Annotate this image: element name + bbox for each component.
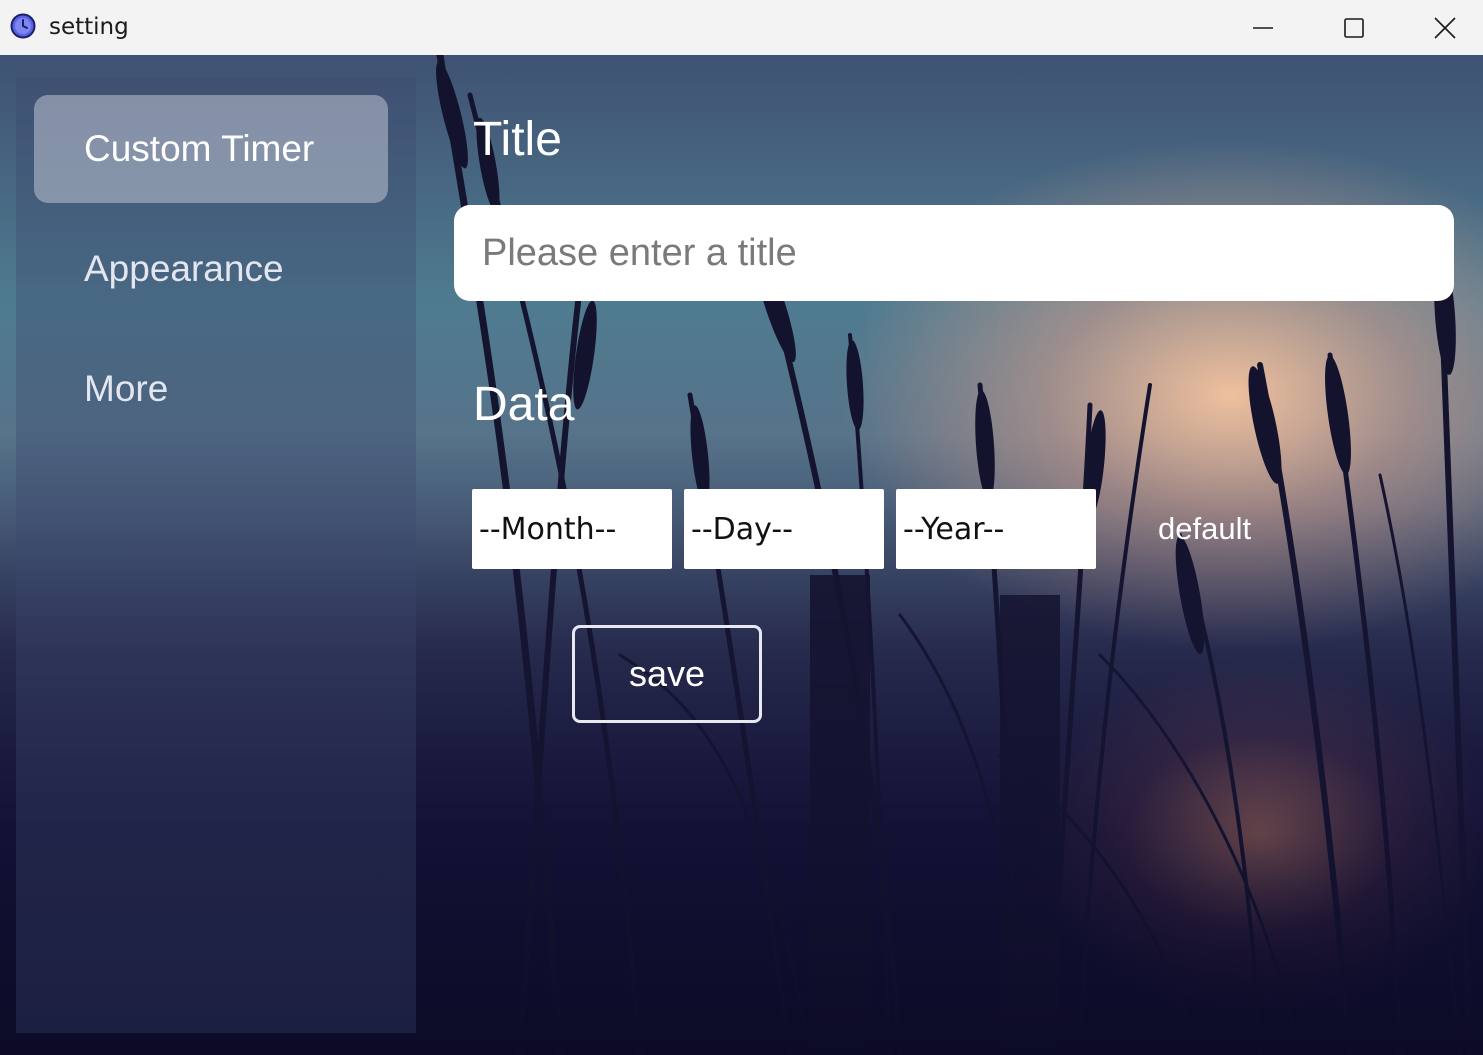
month-select-value: --Month-- [479,511,617,547]
maximize-button[interactable] [1309,0,1399,55]
month-select[interactable]: --Month-- [472,489,672,569]
sidebar-item-custom-timer[interactable]: Custom Timer [34,95,388,203]
day-select[interactable]: --Day-- [684,489,884,569]
close-icon [1434,16,1456,39]
clock-icon [10,13,36,39]
maximize-icon [1344,17,1364,38]
year-select-value: --Year-- [903,511,1005,547]
sidebar: Custom Timer Appearance More [16,77,416,1033]
title-label: Title [473,113,562,166]
window-title: setting [49,14,129,40]
data-label: Data [473,378,575,431]
close-button[interactable] [1400,0,1483,55]
minimize-button[interactable] [1218,0,1308,55]
sidebar-item-label: Appearance [84,248,284,289]
sidebar-item-appearance[interactable]: Appearance [34,215,388,323]
title-bar: setting [0,0,1483,55]
sidebar-item-more[interactable]: More [34,335,388,443]
minimize-icon [1253,26,1273,29]
save-button[interactable]: save [572,625,762,723]
content-area: Custom Timer Appearance More Title Data … [0,55,1483,1055]
year-select[interactable]: --Year-- [896,489,1096,569]
day-select-value: --Day-- [691,511,794,547]
default-button[interactable]: default [1158,511,1251,547]
title-input[interactable] [454,205,1454,301]
save-button-label: save [628,653,706,694]
settings-window: setting Custom Timer Appearance More Tit… [0,0,1483,1055]
sidebar-item-label: More [84,368,169,409]
sidebar-item-label: Custom Timer [84,128,315,169]
